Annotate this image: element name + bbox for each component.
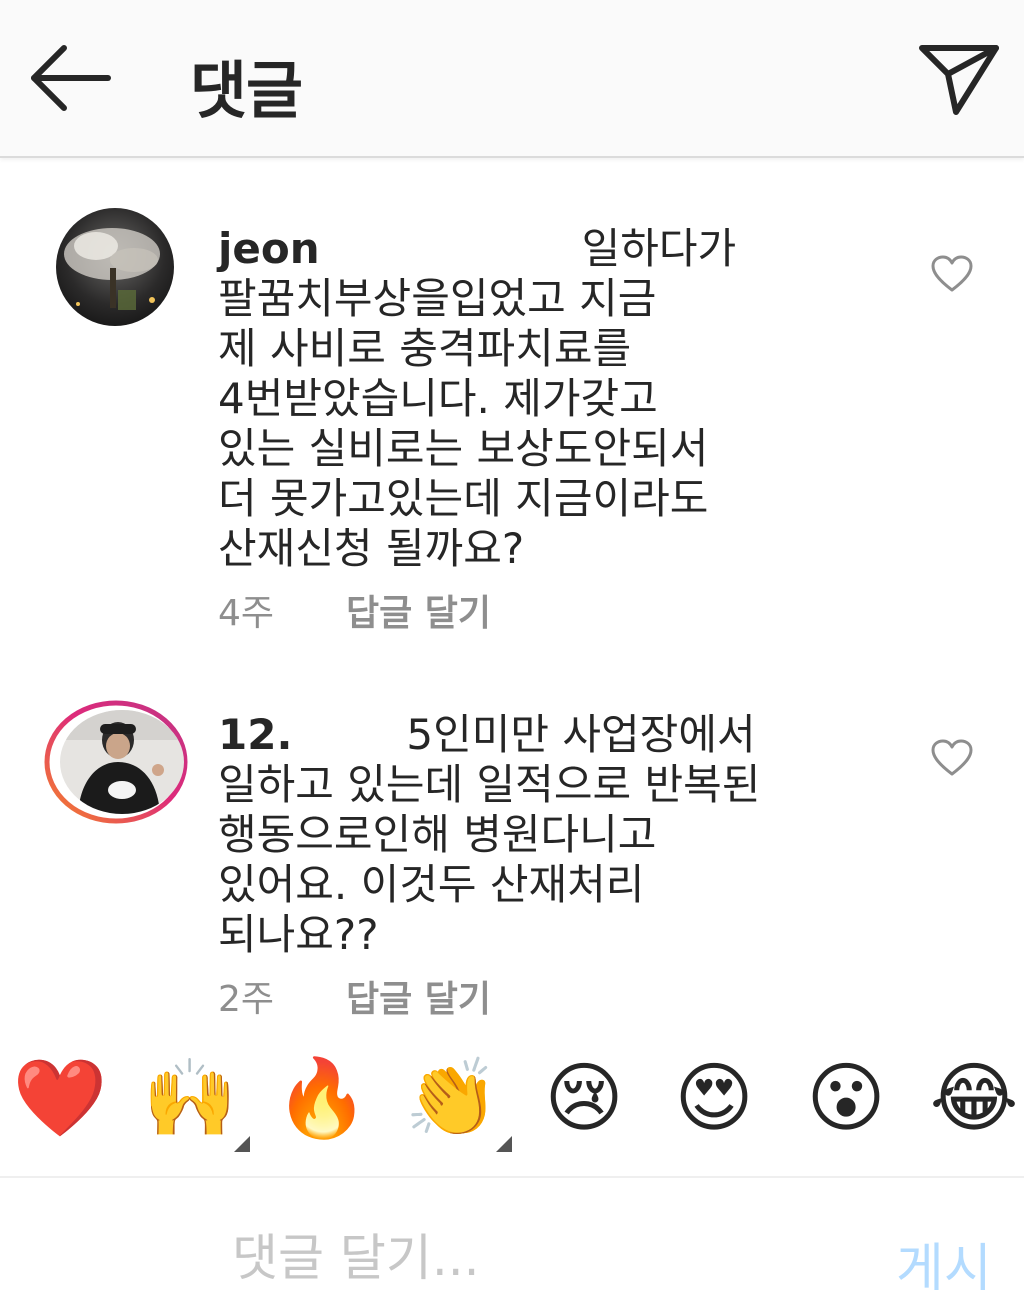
- arrow-left-icon: [31, 45, 111, 111]
- comment-username[interactable]: 12.: [218, 710, 292, 759]
- emoji-clapping-hands-button[interactable]: 👏: [404, 1048, 500, 1148]
- emoji-red-heart-button[interactable]: ❤️: [12, 1048, 108, 1148]
- reply-button[interactable]: 답글 달기: [346, 970, 491, 1030]
- comment-username[interactable]: jeon: [218, 224, 320, 273]
- avatar[interactable]: [60, 710, 184, 814]
- avatar[interactable]: [56, 208, 174, 326]
- top-bar: 댓글: [0, 0, 1024, 158]
- like-button[interactable]: [930, 254, 974, 294]
- comment-body: jeon 일하다가 팔꿈치부상을입었고 지금 제 사비로 충격파치료를 4번받았습…: [218, 224, 918, 644]
- variant-indicator-icon: [234, 1136, 250, 1152]
- comment-body: 12. 5인미만 사업장에서 일하고 있는데 일적으로 반복된 행동으로인해 병원…: [218, 710, 918, 1030]
- variant-indicator-icon: [496, 1136, 512, 1152]
- reply-button[interactable]: 답글 달기: [346, 584, 491, 644]
- comment-text: 일하다가 팔꿈치부상을입었고 지금 제 사비로 충격파치료를 4번받았습니다. …: [218, 224, 737, 573]
- comment-age: 4주: [218, 593, 275, 634]
- emoji-surprised-face-button[interactable]: 😮: [798, 1048, 894, 1148]
- share-button[interactable]: [916, 40, 1002, 118]
- like-button[interactable]: [930, 738, 974, 778]
- comment-age: 2주: [218, 979, 275, 1020]
- back-button[interactable]: [26, 42, 114, 114]
- page-title: 댓글: [190, 54, 303, 127]
- comment-composer: 게시: [0, 1176, 1024, 1315]
- comment-meta: 4주 답글 달기: [218, 584, 918, 644]
- emoji-fire-button[interactable]: 🔥: [274, 1048, 370, 1148]
- comment-input[interactable]: [232, 1218, 852, 1298]
- emoji-quick-bar: ❤️ 🙌 🔥 👏 😢 😍 😮 😂: [0, 1048, 1024, 1156]
- comment-meta: 2주 답글 달기: [218, 970, 918, 1030]
- heart-outline-icon: [931, 255, 973, 292]
- emoji-heart-eyes-button[interactable]: 😍: [666, 1048, 762, 1148]
- emoji-raising-hands-button[interactable]: 🙌: [142, 1048, 238, 1148]
- post-button[interactable]: 게시: [896, 1226, 992, 1301]
- emoji-tears-of-joy-button[interactable]: 😂: [926, 1048, 1022, 1148]
- emoji-crying-face-button[interactable]: 😢: [536, 1048, 632, 1148]
- comment-text: 5인미만 사업장에서 일하고 있는데 일적으로 반복된 행동으로인해 병원다니고…: [218, 710, 761, 959]
- heart-outline-icon: [931, 739, 973, 776]
- paper-plane-icon: [919, 45, 999, 115]
